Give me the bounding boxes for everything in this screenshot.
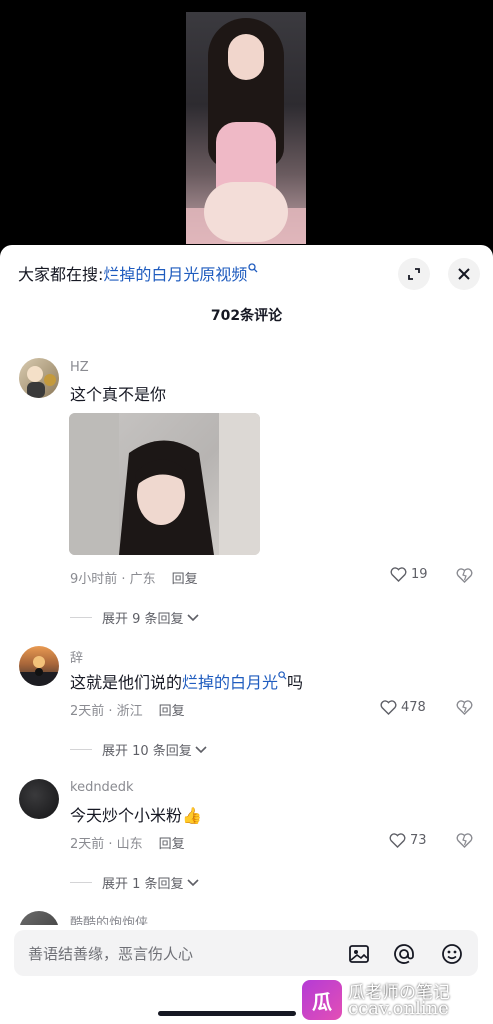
comments-sheet: 大家都在搜:烂掉的白月光原视频 702条评论 HZ 这个真不是你 9小时前 · … bbox=[0, 245, 493, 1024]
heart-icon bbox=[380, 700, 397, 715]
thumbs-up-emoji: 👍 bbox=[182, 806, 202, 825]
smiley-icon[interactable] bbox=[441, 943, 463, 965]
avatar[interactable] bbox=[19, 646, 59, 686]
expand-replies-label: 展开 10 条回复 bbox=[102, 744, 192, 759]
avatar[interactable] bbox=[19, 779, 59, 819]
comment-count: 702条评论 bbox=[210, 308, 283, 324]
comment-meta: 2天前 · 山东 回复 bbox=[70, 833, 185, 852]
heart-icon bbox=[389, 833, 406, 848]
search-icon bbox=[248, 263, 258, 273]
comment-author[interactable]: 辞 bbox=[70, 647, 83, 666]
comment-image[interactable] bbox=[69, 413, 260, 555]
reply-button[interactable]: 回复 bbox=[159, 704, 185, 719]
comment-meta: 2天前 · 浙江 回复 bbox=[70, 700, 185, 719]
chevron-down-icon bbox=[186, 878, 199, 886]
chevron-down-icon bbox=[186, 613, 199, 621]
comment-input-placeholder: 善语结善缘，恶言伤人心 bbox=[28, 945, 194, 963]
comment-time-location: 2天前 · 山东 bbox=[70, 837, 143, 852]
dislike-button[interactable] bbox=[456, 833, 473, 852]
search-prefix: 大家都在搜: bbox=[18, 265, 104, 284]
comment-text: 今天炒个小米粉👍 bbox=[70, 806, 202, 825]
search-suggestion[interactable]: 大家都在搜:烂掉的白月光原视频 bbox=[18, 261, 258, 285]
like-button[interactable]: 478 bbox=[380, 700, 426, 715]
chevron-down-icon bbox=[195, 745, 207, 753]
expand-button[interactable] bbox=[398, 258, 430, 290]
broken-heart-icon bbox=[456, 568, 473, 583]
comment-time-location: 9小时前 · 广东 bbox=[70, 572, 156, 587]
expand-replies[interactable]: 展开 10 条回复 bbox=[70, 740, 207, 759]
comment-search-link[interactable]: 烂掉的白月光 bbox=[182, 673, 278, 692]
heart-icon bbox=[390, 567, 407, 582]
search-term-link[interactable]: 烂掉的白月光原视频 bbox=[103, 265, 247, 284]
home-indicator bbox=[158, 1011, 296, 1016]
watermark-logo: 瓜 bbox=[302, 980, 342, 1020]
expand-replies[interactable]: 展开 1 条回复 bbox=[70, 873, 199, 892]
reply-button[interactable]: 回复 bbox=[172, 572, 198, 587]
video-frame bbox=[186, 12, 306, 244]
comment-text: 这就是他们说的烂掉的白月光吗 bbox=[70, 671, 304, 692]
comment-text: 这个真不是你 bbox=[70, 385, 167, 404]
close-button[interactable] bbox=[448, 258, 480, 290]
comment-meta: 9小时前 · 广东 回复 bbox=[70, 568, 198, 587]
video-player[interactable] bbox=[0, 0, 493, 252]
like-button[interactable]: 73 bbox=[389, 833, 427, 848]
comment-input[interactable]: 善语结善缘，恶言伤人心 bbox=[14, 930, 478, 976]
dislike-button[interactable] bbox=[456, 700, 473, 719]
watermark-url: ccav.online bbox=[348, 998, 449, 1019]
like-count: 73 bbox=[410, 833, 427, 848]
expand-arrows-icon bbox=[408, 268, 420, 280]
like-count: 19 bbox=[411, 567, 428, 582]
search-icon bbox=[278, 671, 287, 680]
comment-author[interactable]: HZ bbox=[70, 360, 89, 375]
expand-replies-label: 展开 1 条回复 bbox=[102, 877, 184, 892]
expand-replies[interactable]: 展开 9 条回复 bbox=[70, 608, 199, 627]
like-button[interactable]: 19 bbox=[390, 567, 428, 582]
image-icon[interactable] bbox=[348, 943, 370, 965]
watermark: 瓜 瓜老师の笔记 ccav.online bbox=[302, 976, 492, 1022]
comment-author[interactable]: kedndedk bbox=[70, 780, 134, 795]
broken-heart-icon bbox=[456, 700, 473, 715]
reply-button[interactable]: 回复 bbox=[159, 837, 185, 852]
close-icon bbox=[458, 268, 470, 280]
broken-heart-icon bbox=[456, 833, 473, 848]
dislike-button[interactable] bbox=[456, 568, 473, 587]
avatar[interactable] bbox=[19, 358, 59, 398]
like-count: 478 bbox=[401, 700, 426, 715]
comment-time-location: 2天前 · 浙江 bbox=[70, 704, 143, 719]
expand-replies-label: 展开 9 条回复 bbox=[102, 612, 184, 627]
at-icon[interactable] bbox=[393, 943, 415, 965]
